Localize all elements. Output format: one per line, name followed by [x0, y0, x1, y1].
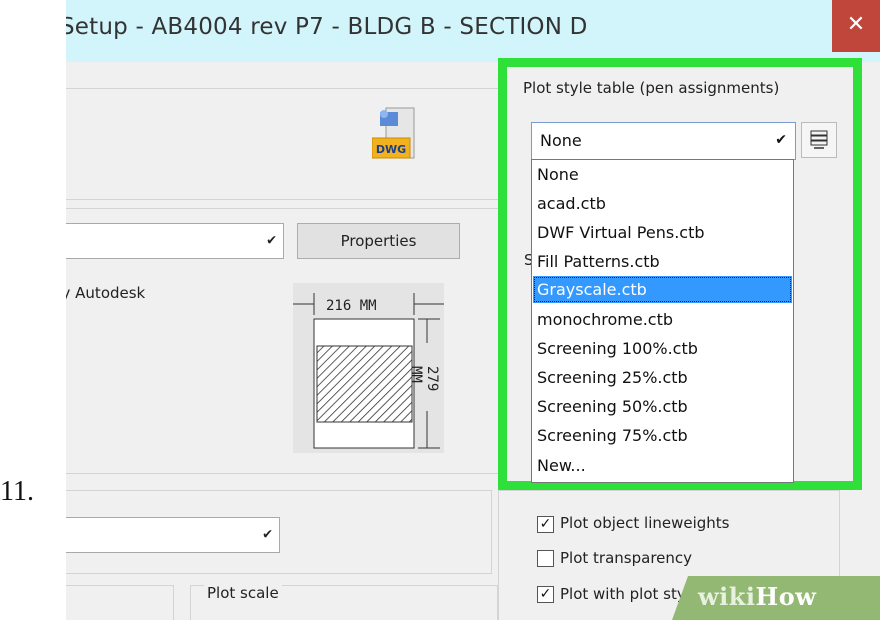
option-screening-50[interactable]: Screening 50%.ctb	[533, 393, 792, 420]
option-screening-25[interactable]: Screening 25%.ctb	[533, 364, 792, 391]
step-number: 11.	[0, 476, 34, 507]
plot-style-group-label: Plot style table (pen assignments)	[523, 79, 780, 97]
chevron-down-icon: ✔	[775, 132, 787, 148]
edit-table-icon	[810, 130, 828, 149]
option-screening-100[interactable]: Screening 100%.ctb	[533, 335, 792, 362]
plot-transparency-label: Plot transparency	[560, 549, 693, 567]
chevron-down-icon: ✔	[262, 527, 273, 543]
driver-text: by Autodesk	[66, 284, 146, 302]
plot-offset-group	[66, 585, 174, 620]
close-button[interactable]: ✕	[832, 0, 880, 52]
option-dwf-virtual-pens[interactable]: DWF Virtual Pens.ctb	[533, 219, 792, 246]
wikihow-how-text: How	[755, 582, 817, 611]
option-acad-ctb[interactable]: acad.ctb	[533, 190, 792, 217]
plot-with-styles-checkbox[interactable]: ✓	[537, 586, 554, 603]
option-new[interactable]: New...	[533, 452, 792, 479]
window-title: Setup - AB4004 rev P7 - BLDG B - SECTION…	[66, 14, 588, 40]
close-icon: ✕	[846, 12, 866, 37]
chevron-down-icon: ✔	[266, 233, 277, 249]
option-screening-75[interactable]: Screening 75%.ctb	[533, 422, 792, 449]
plot-area-select[interactable]: ✔	[66, 517, 280, 553]
printer-group-top	[66, 88, 500, 200]
plot-lineweights-checkbox[interactable]: ✓	[537, 516, 554, 533]
edit-plot-style-button[interactable]	[801, 122, 837, 158]
paper-height-label: 279 MM	[408, 366, 440, 392]
plot-style-selected: None	[540, 131, 582, 150]
properties-button[interactable]: Properties	[297, 223, 460, 259]
option-none[interactable]: None	[533, 161, 792, 188]
plot-style-dropdown-list: None acad.ctb DWF Virtual Pens.ctb Fill …	[531, 159, 794, 483]
plot-lineweights-label: Plot object lineweights	[560, 514, 730, 532]
paper-width-label: 216 MM	[326, 298, 377, 314]
dwg-icon-label: DWG	[376, 143, 406, 156]
plot-scale-label: Plot scale	[204, 584, 282, 602]
wikihow-wiki-text: wiki	[698, 582, 756, 611]
paper-preview: 216 MM 279 MM	[293, 283, 444, 453]
option-fill-patterns[interactable]: Fill Patterns.ctb	[533, 248, 792, 275]
printer-select[interactable]: ✔	[66, 223, 284, 259]
title-bar: Setup - AB4004 rev P7 - BLDG B - SECTION…	[66, 0, 880, 62]
dwg-file-icon: DWG	[372, 107, 415, 159]
option-monochrome[interactable]: monochrome.ctb	[533, 306, 792, 333]
page-setup-dialog: Setup - AB4004 rev P7 - BLDG B - SECTION…	[66, 0, 880, 620]
option-grayscale[interactable]: Grayscale.ctb	[533, 276, 792, 303]
plot-style-select[interactable]: None ✔	[531, 122, 796, 160]
wikihow-watermark: wikiHow	[698, 582, 816, 611]
plot-transparency-checkbox[interactable]	[537, 550, 554, 567]
